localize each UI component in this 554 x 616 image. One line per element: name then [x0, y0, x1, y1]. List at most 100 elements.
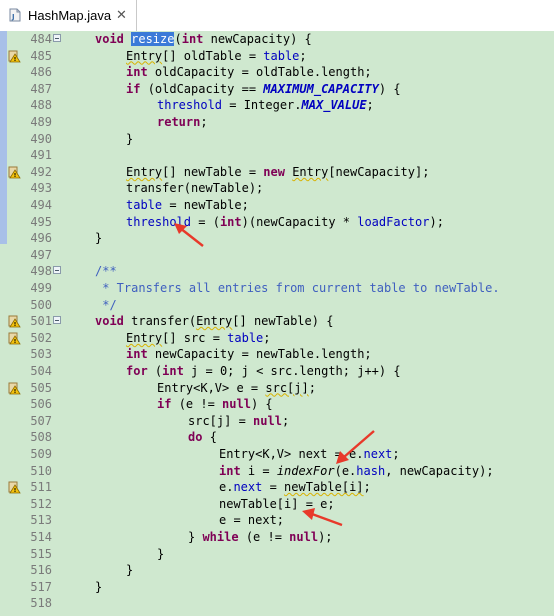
code-text: }	[126, 562, 133, 579]
code-token: }	[188, 530, 203, 544]
warning-icon[interactable]	[8, 331, 21, 345]
code-token: )(newCapacity *	[241, 214, 358, 229]
code-token: Entry	[196, 314, 233, 329]
fold-toggle-icon[interactable]	[53, 34, 61, 42]
code-token: int	[126, 65, 155, 80]
code-line: 491	[0, 147, 554, 164]
code-token: }	[126, 131, 134, 146]
code-line: 486 int oldCapacity = oldTable.length;	[0, 64, 554, 81]
code-line: 498 /**	[0, 263, 554, 280]
line-number: 500	[30, 297, 52, 312]
line-number: 517	[30, 579, 52, 594]
code-token: [newCapacity];	[328, 164, 430, 179]
code-token: null	[289, 530, 319, 544]
code-token: );	[429, 214, 444, 229]
code-token: table	[227, 330, 264, 345]
line-number: 507	[30, 413, 52, 428]
svg-text:J: J	[11, 13, 15, 21]
code-text: int newCapacity = newTable.length;	[126, 346, 372, 363]
code-token: transfer(	[131, 314, 197, 329]
code-line: 502 Entry[] src = table;	[0, 330, 554, 347]
code-line: 497	[0, 247, 554, 264]
warning-icon[interactable]	[8, 314, 21, 328]
code-token: * Transfers all entries from current tab…	[95, 281, 500, 295]
code-token: table	[126, 198, 163, 212]
warning-icon[interactable]	[8, 165, 21, 179]
editor-window: J HashMap.java ✕ 484 void resize(int newC…	[0, 0, 554, 616]
code-text: }	[157, 546, 164, 563]
code-token: transfer(newTable);	[126, 181, 264, 196]
code-line: 488 threshold = Integer.MAX_VALUE;	[0, 97, 554, 114]
code-token: table	[263, 48, 300, 63]
code-token: (oldCapacity ==	[147, 81, 264, 96]
code-line: 516}	[0, 562, 554, 579]
code-text: return;	[157, 114, 208, 131]
code-line: 517}	[0, 579, 554, 596]
code-token: Entry	[292, 164, 329, 179]
line-number: 494	[30, 198, 52, 212]
code-text: int oldCapacity = oldTable.length;	[126, 64, 372, 81]
code-line: 495 threshold = (int)(newCapacity * loadF…	[0, 214, 554, 231]
code-line: 496}	[0, 230, 554, 247]
code-token: ;	[200, 115, 208, 129]
line-number: 487	[30, 81, 52, 96]
code-token: ;	[299, 48, 307, 63]
code-token: void	[95, 314, 132, 329]
code-token: Entry	[126, 48, 163, 63]
code-token: = newTable;	[162, 198, 249, 212]
code-token: if	[157, 397, 179, 412]
tab-bar: J HashMap.java ✕	[0, 0, 554, 32]
code-token: indexFor	[276, 463, 335, 478]
code-line: 490}	[0, 131, 554, 148]
line-number: 514	[30, 530, 52, 544]
code-token: do	[188, 430, 210, 445]
line-number: 490	[30, 131, 52, 146]
java-file-icon: J	[9, 8, 21, 22]
code-token: int	[219, 463, 248, 478]
code-line: 512 newTable[i] = e;	[0, 496, 554, 513]
code-token: ;	[366, 98, 374, 113]
code-line: 485 Entry[] oldTable = table;	[0, 48, 554, 65]
warning-icon[interactable]	[8, 49, 21, 63]
code-line: 500 */	[0, 297, 554, 314]
code-line: 484 void resize(int newCapacity) {	[0, 31, 554, 48]
code-line: 503 int newCapacity = newTable.length;	[0, 346, 554, 363]
code-token: ;	[392, 447, 400, 461]
code-line: 493 transfer(newTable);	[0, 180, 554, 197]
code-token: MAXIMUM_CAPACITY	[263, 81, 379, 96]
code-token: src[j] =	[188, 413, 254, 428]
tab-label: HashMap.java	[28, 8, 112, 23]
code-text: Entry<K,V> e = src[j];	[157, 380, 316, 397]
line-number: 515	[30, 546, 52, 561]
code-token: return	[157, 115, 201, 129]
code-token: }	[95, 231, 103, 246]
code-line: 508 do {	[0, 429, 554, 446]
code-token: int	[162, 364, 192, 378]
fold-toggle-icon[interactable]	[53, 316, 61, 325]
line-number: 503	[30, 347, 52, 362]
red-arrow-annotation	[336, 430, 375, 464]
code-text: Entry[] src = table;	[126, 330, 271, 347]
warning-icon[interactable]	[8, 480, 21, 494]
code-token: */	[95, 297, 117, 312]
code-token: newTable[i]	[284, 480, 364, 495]
line-number: 513	[30, 513, 52, 528]
fold-toggle-icon[interactable]	[53, 266, 61, 275]
code-token: next	[233, 480, 263, 495]
tab-hashmap-java[interactable]: J HashMap.java ✕	[0, 0, 137, 31]
code-text: */	[95, 297, 117, 314]
line-number: 506	[30, 397, 52, 412]
close-icon[interactable]: ✕	[116, 7, 127, 23]
code-line: 514} while (e != null);	[0, 529, 554, 546]
code-token: =	[262, 480, 285, 495]
code-line: 515}	[0, 546, 554, 563]
code-editor[interactable]: 484 void resize(int newCapacity) {485 Entr…	[0, 31, 554, 616]
line-number: 509	[30, 447, 52, 461]
warning-icon[interactable]	[8, 381, 21, 395]
code-token: oldCapacity = oldTable.length;	[154, 65, 372, 80]
code-token: loadFactor	[357, 214, 430, 229]
line-number: 498	[30, 264, 52, 279]
code-token: if	[126, 81, 148, 96]
line-number: 497	[30, 247, 52, 262]
code-line: 513 e = next;	[0, 512, 554, 529]
